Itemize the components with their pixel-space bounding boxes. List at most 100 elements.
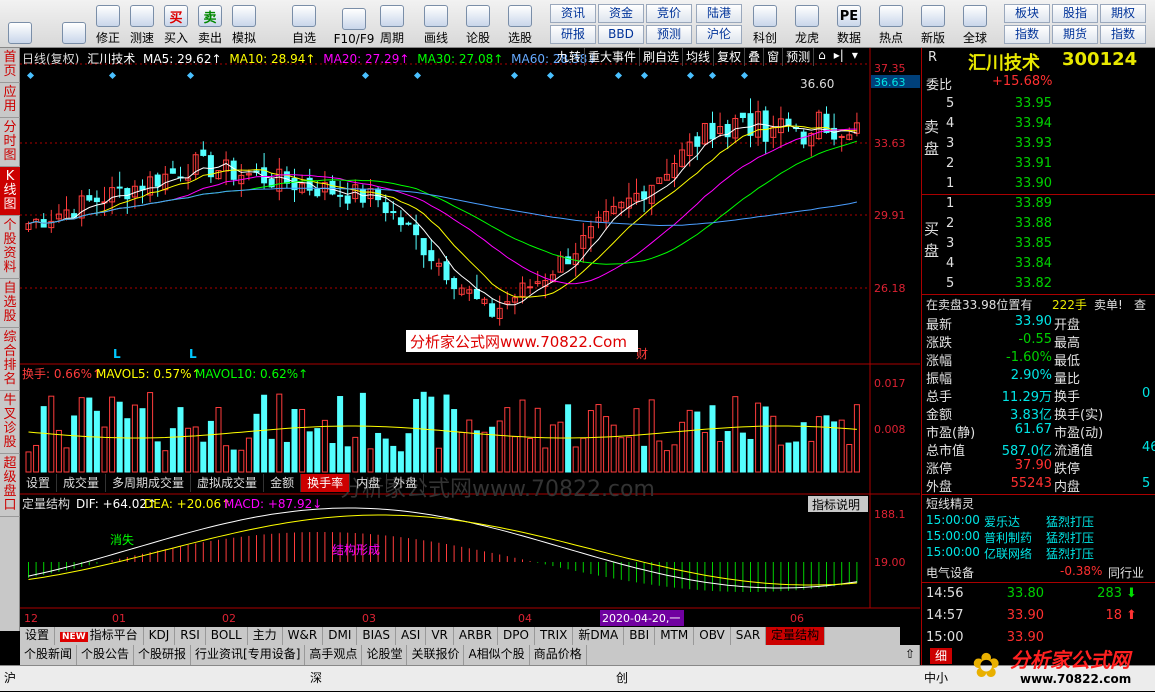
quote-row: 14:56 33.80 283 ⬇ xyxy=(922,586,1155,606)
toolbar-button-b4[interactable]: 新版 xyxy=(914,2,952,46)
indicator-tab-16[interactable]: MTM xyxy=(655,627,695,645)
vol-tab-0[interactable]: 设置 xyxy=(20,474,58,492)
event-marker xyxy=(413,71,422,80)
indicator-tab-12[interactable]: DPO xyxy=(498,627,535,645)
toolbar-grid-item[interactable]: 研报 xyxy=(550,25,596,44)
toolbar-button-6[interactable]: 模拟 xyxy=(228,2,260,46)
status-sz[interactable]: 深 xyxy=(310,669,322,686)
toolbar-button-2[interactable]: 修正 xyxy=(92,2,124,46)
peak-price-label: 36.60 xyxy=(800,77,834,91)
toolbar-grid-item[interactable]: 指数 xyxy=(1004,25,1050,44)
sidebar-item-5[interactable]: 自选股 xyxy=(0,279,20,328)
status-sh[interactable]: 沪 xyxy=(4,669,16,686)
toolbar-grid-item[interactable]: 资金 xyxy=(598,4,644,23)
toolbar-grid-item[interactable]: 陆港 xyxy=(696,4,742,23)
news-tab-0[interactable]: 个股新闻 xyxy=(20,645,78,665)
sidebar-item-4[interactable]: 个股资料 xyxy=(0,216,20,279)
indicator-tab-10[interactable]: VR xyxy=(426,627,454,645)
toolbar-button-3[interactable]: 测速 xyxy=(126,2,158,46)
indicator-tab-14[interactable]: 新DMA xyxy=(573,627,625,645)
toolbar-button-12[interactable]: 选股 xyxy=(504,2,536,46)
tick-price: 33.90 xyxy=(1006,608,1044,623)
toolbar-grid-item[interactable]: 股指 xyxy=(1052,4,1098,23)
indicator-tab-11[interactable]: ARBR xyxy=(454,627,499,645)
status-cy[interactable]: 创 xyxy=(616,669,628,686)
toolbar-grid-item[interactable]: 预测 xyxy=(646,25,692,44)
toolbar-button-1[interactable] xyxy=(58,2,90,46)
vol-tab-6[interactable]: 内盘 xyxy=(350,474,388,492)
vol-tab-5[interactable]: 换手率 xyxy=(301,474,351,492)
toolbar-button-11[interactable]: 论股 xyxy=(462,2,494,46)
news-tab-8[interactable]: 商品价格 xyxy=(530,645,587,665)
indicator-tab-17[interactable]: OBV xyxy=(694,627,731,645)
news-tab-1[interactable]: 个股公告 xyxy=(77,645,135,665)
toolbar-grid-item[interactable]: 资讯 xyxy=(550,4,596,23)
vol-tab-7[interactable]: 外盘 xyxy=(387,474,425,492)
indicator-tab-2[interactable]: KDJ xyxy=(144,627,176,645)
same-industry-button[interactable]: 同行业 xyxy=(1108,564,1144,581)
indicator-tab-label: SAR xyxy=(735,628,761,642)
toolbar-button-7[interactable]: 自选 xyxy=(288,2,320,46)
toolbar-grid-item[interactable]: 期权 xyxy=(1100,4,1146,23)
indicator-tab-0[interactable]: 设置 xyxy=(20,627,56,645)
volume-bar xyxy=(572,446,579,473)
news-tab-5[interactable]: 论股堂 xyxy=(362,645,408,665)
sidebar-item-3[interactable]: K线图 xyxy=(0,167,20,216)
toolbar-button-4[interactable]: 买买入 xyxy=(160,2,192,46)
volume-bar xyxy=(397,451,404,473)
toolbar-button-5[interactable]: 卖卖出 xyxy=(194,2,226,46)
indicator-tab-6[interactable]: W&R xyxy=(283,627,324,645)
indicator-tab-8[interactable]: BIAS xyxy=(357,627,396,645)
vol-tab-2[interactable]: 多周期成交量 xyxy=(106,474,192,492)
toolbar-grid-item[interactable]: BBD xyxy=(598,25,644,44)
toolbar-grid-item[interactable]: 竞价 xyxy=(646,4,692,23)
price-axis-label: 36.63 xyxy=(874,76,906,89)
indicator-tab-9[interactable]: ASI xyxy=(396,627,427,645)
volume-bar xyxy=(473,430,480,473)
toolbar-button-b1[interactable]: 龙虎 xyxy=(788,2,826,46)
kline-chart-area[interactable]: 日线(复权) 汇川技术 MA5: 29.62↑ MA10: 28.94↑ MA2… xyxy=(20,48,920,631)
toolbar-button-8[interactable]: F10/F9 xyxy=(334,2,374,46)
toolbar-grid-item[interactable]: 指数 xyxy=(1100,25,1146,44)
toolbar-button-b2[interactable]: PE 数据 xyxy=(830,2,868,46)
indicator-tab-18[interactable]: SAR xyxy=(731,627,767,645)
sidebar-item-1[interactable]: 应用 xyxy=(0,83,20,118)
vol-tab-4[interactable]: 金额 xyxy=(264,474,302,492)
toolbar-grid-item[interactable]: 期货 xyxy=(1052,25,1098,44)
sprite-time: 15:00:00 xyxy=(926,513,980,527)
news-tab-3[interactable]: 行业资讯[专用设备] xyxy=(191,645,306,665)
news-tab-2[interactable]: 个股研报 xyxy=(134,645,192,665)
toolbar-grid-item[interactable]: 沪伦 xyxy=(696,25,742,44)
sidebar-item-7[interactable]: 牛叉诊股 xyxy=(0,391,20,454)
news-tab-4[interactable]: 高手观点 xyxy=(305,645,363,665)
toolbar-button-b0[interactable]: 科创 xyxy=(746,2,784,46)
indicator-tab-15[interactable]: BBI xyxy=(624,627,656,645)
new-icon xyxy=(921,5,945,27)
news-tab-7[interactable]: A相似个股 xyxy=(464,645,530,665)
sidebar-item-2[interactable]: 分时图 xyxy=(0,118,20,167)
toolbar-button-10[interactable]: 画线 xyxy=(420,2,452,46)
indicator-tab-label: 主力 xyxy=(252,628,277,642)
indicator-tab-13[interactable]: TRIX xyxy=(535,627,574,645)
sidebar-item-8[interactable]: 超级盘口 xyxy=(0,454,20,517)
indicator-tab-4[interactable]: BOLL xyxy=(206,627,248,645)
indicator-tab-7[interactable]: DMI xyxy=(323,627,358,645)
news-tab-6[interactable]: 关联报价 xyxy=(407,645,465,665)
indicator-tab-1[interactable]: NEW 指标平台 xyxy=(55,627,144,645)
vol-tab-1[interactable]: 成交量 xyxy=(57,474,107,492)
toolbar-button-0[interactable] xyxy=(4,2,36,46)
toolbar-button-9[interactable]: 周期 xyxy=(376,2,408,46)
status-zx[interactable]: 中小 xyxy=(924,669,948,686)
vol-tab-3[interactable]: 虚拟成交量 xyxy=(191,474,265,492)
collapse-up-icon[interactable]: ⇧ xyxy=(901,645,920,665)
indicator-tab-19[interactable]: 定量结构 xyxy=(766,627,826,645)
indicator-tab-5[interactable]: 主力 xyxy=(248,627,283,645)
sidebar-item-6[interactable]: 综合排名 xyxy=(0,328,20,391)
indicator-tab-3[interactable]: RSI xyxy=(175,627,206,645)
sidebar-item-0[interactable]: 首页 xyxy=(0,48,20,83)
toolbar-button-b3[interactable]: 热点 xyxy=(872,2,910,46)
toolbar-grid-item[interactable]: 板块 xyxy=(1004,4,1050,23)
detail-tab[interactable]: 细 xyxy=(930,648,952,664)
tick-volume: 18 xyxy=(1105,608,1122,623)
toolbar-button-b5[interactable]: 全球 xyxy=(956,2,994,46)
